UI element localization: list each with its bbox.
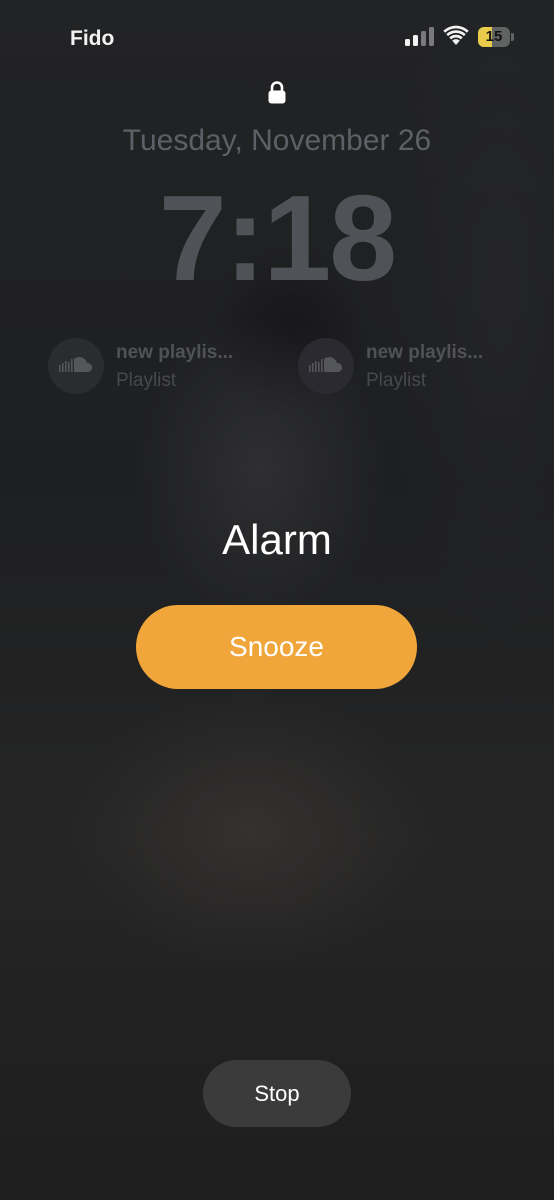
stop-button[interactable]: Stop bbox=[203, 1060, 351, 1127]
snooze-button[interactable]: Snooze bbox=[136, 605, 417, 689]
lock-screen-date: Tuesday, November 26 bbox=[122, 124, 432, 157]
lock-icon bbox=[268, 81, 286, 104]
soundcloud-icon bbox=[298, 338, 354, 394]
widget-subtitle: Playlist bbox=[366, 370, 427, 391]
widget-title: new playlis... bbox=[116, 342, 234, 363]
soundcloud-icon bbox=[48, 338, 104, 394]
playlist-widget[interactable]: new playlis... Playlist bbox=[298, 338, 498, 398]
lock-screen-time: 7:18 bbox=[158, 170, 397, 306]
widget-title: new playlis... bbox=[366, 342, 484, 363]
widget-subtitle: Playlist bbox=[116, 370, 177, 391]
playlist-widget[interactable]: new playlis... Playlist bbox=[48, 338, 248, 398]
battery-icon: 15 bbox=[478, 27, 514, 47]
wifi-icon bbox=[443, 25, 469, 45]
alarm-title: Alarm bbox=[222, 516, 332, 563]
carrier-name: Fido bbox=[70, 27, 115, 50]
status-bar: Fido 15 bbox=[0, 0, 554, 76]
battery-percentage: 15 bbox=[485, 28, 503, 45]
cellular-signal-icon bbox=[405, 27, 435, 46]
